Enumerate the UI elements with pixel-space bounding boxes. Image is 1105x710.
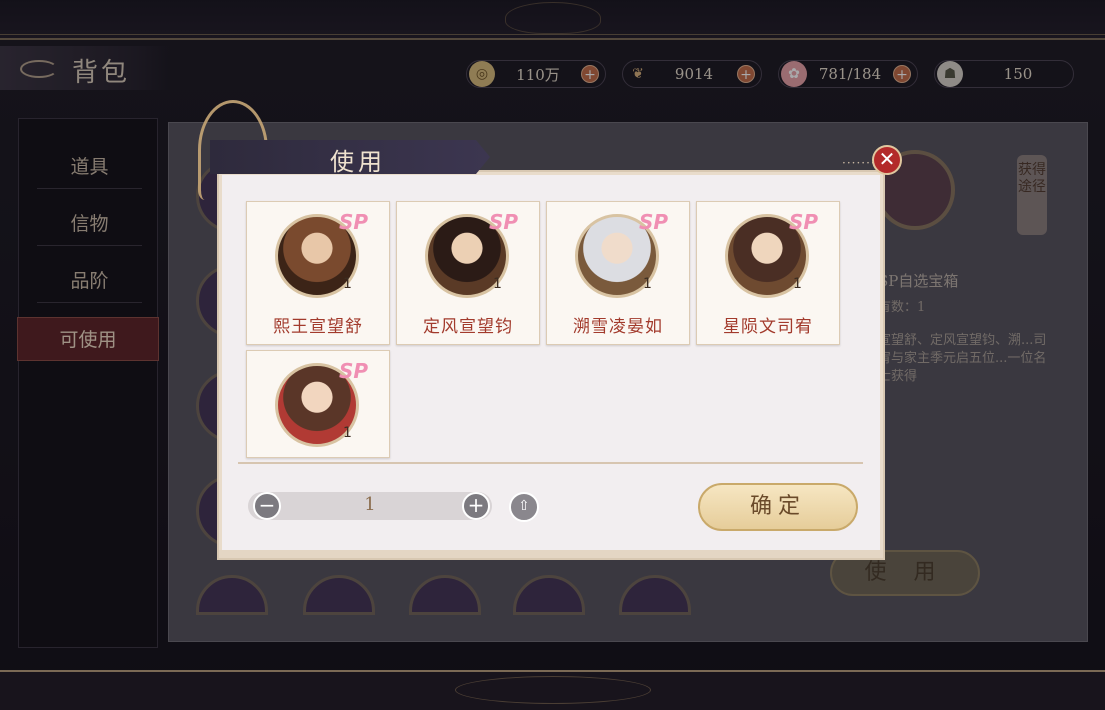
game-screen: 背包 ◎ 110万 + ❦ 9014 + ✿ 781/184 + ☗ 150 道… xyxy=(0,0,1105,710)
dialog-bottom-strip xyxy=(219,550,883,558)
minus-icon[interactable]: − xyxy=(253,492,281,520)
close-dots-ornament: ······· xyxy=(842,156,876,170)
sp-badge: SP xyxy=(339,210,369,234)
character-name: 熙王宣望舒 xyxy=(273,317,363,337)
dialog-divider xyxy=(238,462,863,464)
character-card[interactable]: SP 1 定风宣望钧 xyxy=(396,201,540,345)
character-card[interactable]: SP 1 溯雪凌晏如 xyxy=(546,201,690,345)
plus-icon[interactable]: + xyxy=(462,492,490,520)
sp-badge: SP xyxy=(339,359,369,383)
bottom-ornament xyxy=(0,670,1105,710)
sp-badge: SP xyxy=(639,210,669,234)
card-count: 1 xyxy=(493,276,502,292)
card-count: 1 xyxy=(343,276,352,292)
card-count: 1 xyxy=(643,276,652,292)
bottom-ornament-center xyxy=(455,676,651,704)
max-quantity-icon[interactable]: ⇧ xyxy=(509,492,539,522)
character-card[interactable]: SP 1 xyxy=(246,350,390,458)
character-card[interactable]: SP 1 熙王宣望舒 xyxy=(246,201,390,345)
sp-badge: SP xyxy=(489,210,519,234)
sp-badge: SP xyxy=(789,210,819,234)
card-count: 1 xyxy=(793,276,802,292)
character-name: 定风宣望钧 xyxy=(423,317,513,337)
character-name: 星陨文司宥 xyxy=(723,317,813,337)
quantity-value[interactable]: 1 xyxy=(290,494,450,515)
character-card[interactable]: SP 1 星陨文司宥 xyxy=(696,201,840,345)
card-count: 1 xyxy=(343,425,352,441)
character-name: 溯雪凌晏如 xyxy=(573,317,663,337)
dialog-title: 使用 xyxy=(330,148,386,176)
close-icon[interactable]: ✕ xyxy=(872,145,902,175)
confirm-button[interactable]: 确定 xyxy=(698,483,858,531)
